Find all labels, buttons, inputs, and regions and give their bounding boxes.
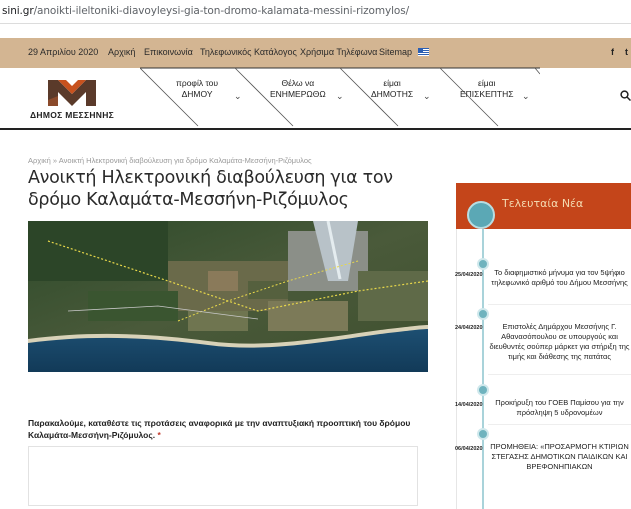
municipality-logo-icon[interactable] [48, 80, 96, 106]
aerial-map-image [28, 221, 428, 372]
top-link-contact[interactable]: Επικοινωνία [144, 47, 193, 57]
facebook-icon[interactable]: f [611, 47, 614, 57]
page-title: Ανοικτή Ηλεκτρονική διαβούλευση για τον … [28, 168, 393, 210]
menu-inform-line2: ΕΝΗΜΕΡΩΘΩ [270, 89, 326, 99]
timeline-dot-icon [477, 428, 489, 440]
top-link-phonebook[interactable]: Τηλεφωνικός Κατάλογος [200, 47, 297, 57]
proposal-textarea[interactable] [28, 446, 418, 506]
latest-news-heading: Τελευταία Νέα [502, 197, 584, 210]
chevron-down-icon: ⌄ [522, 91, 530, 101]
news-date: 06/04/2020 [455, 446, 483, 452]
url-text[interactable]: sini.gr/anoikti-ileltoniki-diavoyleysi-g… [2, 5, 409, 17]
question-text: Παρακαλούμε, καταθέστε τις προτάσεις ανα… [28, 418, 411, 440]
menu-visitor-line2: ΕΠΙΣΚΕΠΤΗΣ [460, 89, 514, 99]
top-link-sitemap[interactable]: Sitemap [379, 47, 412, 57]
menu-profile[interactable]: προφίλ του ΔΗΜΟΥ ⌄ [176, 78, 242, 101]
browser-address-bar[interactable]: sini.gr/anoikti-ileltoniki-diavoyleysi-g… [0, 0, 631, 24]
required-marker: * [157, 429, 161, 440]
top-bar: 29 Απριλίου 2020 Αρχική Επικοινωνία Τηλε… [0, 38, 631, 68]
timeline-dot-icon [477, 384, 489, 396]
news-date: 14/04/2020 [455, 402, 483, 408]
menu-profile-line1: προφίλ του [176, 78, 219, 88]
menu-inform-line1: Θέλω να [281, 78, 315, 88]
news-date: 24/04/2020 [455, 325, 483, 331]
current-date: 29 Απριλίου 2020 [28, 47, 99, 57]
news-item-link[interactable]: ΠΡΟΜΗΘΕΙΑ: «ΠΡΟΣΑΡΜΟΓΗ ΚΤΙΡΙΩΝ ΣΤΕΓΑΣΗΣ … [488, 442, 631, 472]
logo-text[interactable]: ΔΗΜΟΣ ΜΕΣΣΗΝΗΣ [30, 110, 114, 120]
chevron-down-icon: ⌄ [234, 91, 242, 101]
news-item-link[interactable]: Επιστολές Δημάρχου Μεσσήνης Γ. Αθανασόπο… [488, 322, 631, 362]
news-item-link[interactable]: Προκήρυξη του ΓΟΕΒ Παμίσου για την πρόσλ… [488, 398, 631, 418]
news-timeline-line [482, 229, 484, 509]
menu-citizen[interactable]: είμαι ΔΗΜΟΤΗΣ ⌄ [371, 78, 431, 101]
chevron-down-icon: ⌄ [336, 91, 344, 101]
consultation-question-label: Παρακαλούμε, καταθέστε τις προτάσεις ανα… [28, 418, 428, 441]
breadcrumb: Αρχική » Ανοικτή Ηλεκτρονική διαβούλευση… [28, 156, 312, 165]
breadcrumb-separator: » [52, 156, 58, 165]
menu-citizen-line2: ΔΗΜΟΤΗΣ [371, 89, 414, 99]
menu-visitor-line1: είμαι [478, 78, 496, 88]
greek-flag-icon[interactable] [418, 48, 429, 56]
menu-citizen-line1: είμαι [383, 78, 401, 88]
twitter-icon[interactable]: t [625, 47, 628, 57]
top-link-home[interactable]: Αρχική [108, 47, 135, 57]
news-date: 25/04/2020 [455, 272, 483, 278]
news-timeline-circle-icon [467, 201, 495, 229]
chevron-down-icon: ⌄ [423, 91, 431, 101]
search-icon[interactable] [620, 90, 631, 101]
menu-inform[interactable]: Θέλω να ΕΝΗΜΕΡΩΘΩ ⌄ [270, 78, 344, 101]
news-separator [488, 424, 631, 425]
news-item-link[interactable]: Το διαφημιστικό μήνυμα για τον 5ψήφιο τη… [488, 268, 631, 288]
breadcrumb-home[interactable]: Αρχική [28, 156, 51, 165]
news-separator [488, 304, 631, 305]
news-separator [488, 374, 631, 375]
breadcrumb-current: Ανοικτή Ηλεκτρονική διαβούλευση για δρόμ… [58, 156, 312, 165]
menu-profile-line2: ΔΗΜΟΥ [181, 89, 213, 99]
timeline-dot-icon [477, 308, 489, 320]
top-link-useful-phones[interactable]: Χρήσιμα Τηλέφωνα [300, 47, 377, 57]
menu-visitor[interactable]: είμαι ΕΠΙΣΚΕΠΤΗΣ ⌄ [460, 78, 530, 101]
